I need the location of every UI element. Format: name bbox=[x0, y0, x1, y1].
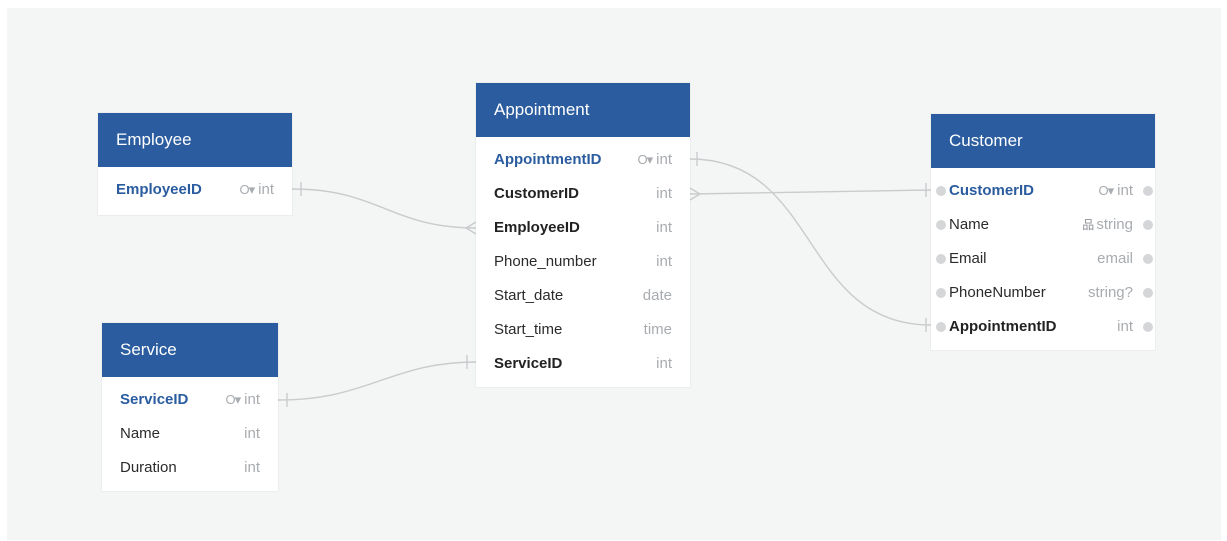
column-name: Duration bbox=[120, 459, 177, 476]
column-row[interactable]: Start_time time bbox=[476, 313, 690, 347]
key-icon: O▾ bbox=[637, 152, 654, 167]
column-name: EmployeeID bbox=[494, 219, 580, 236]
key-icon: O▾ bbox=[239, 182, 256, 197]
column-name: ServiceID bbox=[120, 391, 189, 408]
handle-dot-icon[interactable] bbox=[936, 220, 946, 230]
table-title[interactable]: Appointment bbox=[476, 83, 690, 137]
column-name: Start_time bbox=[494, 321, 563, 338]
column-type: time bbox=[643, 321, 672, 338]
handle-dot-icon[interactable] bbox=[936, 254, 946, 264]
column-row[interactable]: Phone_number int bbox=[476, 245, 690, 279]
column-row[interactable]: Start_date date bbox=[476, 279, 690, 313]
column-name: CustomerID bbox=[949, 182, 1035, 199]
column-row[interactable]: AppointmentID int bbox=[931, 310, 1155, 344]
table-appointment[interactable]: Appointment AppointmentID O▾ int Customer… bbox=[476, 83, 690, 387]
column-row[interactable]: AppointmentID O▾ int bbox=[476, 143, 690, 177]
column-type: int bbox=[656, 219, 672, 236]
column-row[interactable]: ServiceID int bbox=[476, 347, 690, 381]
column-name: Phone_number bbox=[494, 253, 597, 270]
table-customer[interactable]: Customer CustomerID O▾ int Name 品 string E… bbox=[931, 114, 1155, 350]
column-type: int bbox=[656, 185, 672, 202]
column-type: O▾ int bbox=[637, 151, 672, 168]
column-name: EmployeeID bbox=[116, 181, 202, 198]
column-type: O▾ int bbox=[1098, 182, 1133, 199]
column-row[interactable]: EmployeeID O▾ int bbox=[98, 173, 292, 207]
table-title[interactable]: Service bbox=[102, 323, 278, 377]
column-type: int bbox=[1117, 318, 1133, 335]
column-name: PhoneNumber bbox=[949, 284, 1046, 301]
column-row[interactable]: CustomerID O▾ int bbox=[931, 174, 1155, 208]
handle-dot-icon[interactable] bbox=[1143, 186, 1153, 196]
column-name: Name bbox=[949, 216, 990, 233]
column-name: Email bbox=[949, 250, 987, 267]
table-employee[interactable]: Employee EmployeeID O▾ int bbox=[98, 113, 292, 215]
column-type: int bbox=[656, 355, 672, 372]
column-type: int bbox=[244, 425, 260, 442]
handle-dot-icon[interactable] bbox=[936, 288, 946, 298]
column-name: Name bbox=[120, 425, 161, 442]
column-name: Start_date bbox=[494, 287, 564, 304]
column-type: int bbox=[244, 459, 260, 476]
column-row[interactable]: CustomerID int bbox=[476, 177, 690, 211]
index-tree-icon: 品 bbox=[1082, 218, 1095, 232]
column-row[interactable]: ServiceID O▾ int bbox=[102, 383, 278, 417]
column-type: 品 string bbox=[1082, 216, 1133, 233]
column-row[interactable]: Name 品 string bbox=[931, 208, 1155, 242]
handle-dot-icon[interactable] bbox=[1143, 220, 1153, 230]
column-type: int bbox=[656, 253, 672, 270]
column-row[interactable]: Duration int bbox=[102, 451, 278, 485]
handle-dot-icon[interactable] bbox=[936, 322, 946, 332]
column-name: AppointmentID bbox=[949, 318, 1057, 335]
column-type: date bbox=[642, 287, 672, 304]
key-icon: O▾ bbox=[225, 392, 242, 407]
column-row[interactable]: EmployeeID int bbox=[476, 211, 690, 245]
column-name: ServiceID bbox=[494, 355, 563, 372]
column-row[interactable]: PhoneNumber string? bbox=[931, 276, 1155, 310]
table-title[interactable]: Employee bbox=[98, 113, 292, 167]
column-type: O▾ int bbox=[239, 181, 274, 198]
column-type: O▾ int bbox=[225, 391, 260, 408]
table-title[interactable]: Customer bbox=[931, 114, 1155, 168]
handle-dot-icon[interactable] bbox=[1143, 288, 1153, 298]
handle-dot-icon[interactable] bbox=[936, 186, 946, 196]
column-row[interactable]: Email email bbox=[931, 242, 1155, 276]
column-type: string? bbox=[1087, 284, 1133, 301]
column-name: CustomerID bbox=[494, 185, 580, 202]
column-type: email bbox=[1097, 250, 1133, 267]
handle-dot-icon[interactable] bbox=[1143, 322, 1153, 332]
table-service[interactable]: Service ServiceID O▾ int Name int Duratio… bbox=[102, 323, 278, 491]
key-icon: O▾ bbox=[1098, 183, 1115, 198]
column-row[interactable]: Name int bbox=[102, 417, 278, 451]
column-name: AppointmentID bbox=[494, 151, 602, 168]
handle-dot-icon[interactable] bbox=[1143, 254, 1153, 264]
